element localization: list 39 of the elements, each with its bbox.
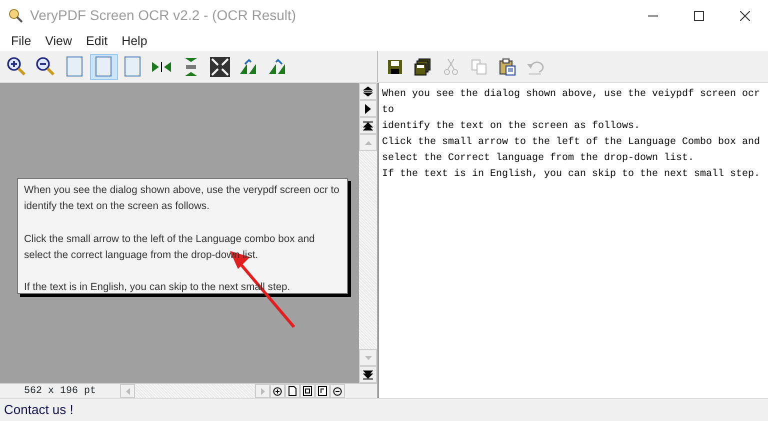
- split-view-button[interactable]: [359, 83, 377, 100]
- menu-item[interactable]: Help: [114, 32, 154, 50]
- copy-icon: [470, 58, 488, 76]
- image-size: 562 x 196 pt: [22, 384, 97, 398]
- scroll-down-icon: [364, 354, 372, 360]
- zoom-in-icon: [273, 386, 282, 396]
- paragraph: When you see the dialog shown above, use the verypdf screen ocr to identify the text on the screen as follows.: [24, 184, 340, 214]
- contact-link[interactable]: Contact us !: [4, 400, 74, 420]
- save-all-icon: [414, 58, 432, 76]
- scroll-up-icon: [364, 140, 372, 146]
- first-page-icon: [363, 120, 373, 130]
- close-icon: [740, 10, 750, 20]
- scroll-right-icon: [260, 386, 266, 396]
- paste-icon: [498, 58, 516, 76]
- fit-all-icon: [209, 56, 231, 78]
- maximize-icon: [694, 10, 704, 20]
- page-icon: [318, 386, 327, 396]
- zoom-in-button[interactable]: [270, 384, 285, 398]
- page-button[interactable]: [300, 384, 315, 398]
- page-button[interactable]: [285, 384, 300, 398]
- menu-item[interactable]: File: [4, 32, 38, 50]
- page-button[interactable]: [315, 384, 330, 398]
- window-title: VeryPDF Screen OCR v2.2 - (OCR Result): [30, 6, 296, 25]
- zoom-out-icon: [333, 386, 342, 396]
- zoom-out-icon: [35, 56, 57, 78]
- zoom-in-icon: [6, 56, 28, 78]
- menu-item[interactable]: View: [38, 32, 80, 50]
- save-icon: [386, 58, 404, 76]
- split-view-icon: [363, 86, 373, 97]
- app-icon: [8, 8, 24, 24]
- scroll-left-icon: [124, 386, 130, 396]
- next-page-button[interactable]: [359, 100, 377, 117]
- last-page-button[interactable]: [359, 366, 377, 383]
- zoom-out-button[interactable]: [330, 384, 345, 398]
- cut-icon: [442, 58, 460, 76]
- menu-item[interactable]: Edit: [79, 32, 115, 50]
- next-page-icon: [364, 104, 372, 114]
- last-page-icon: [363, 370, 373, 380]
- first-page-button[interactable]: [359, 117, 377, 134]
